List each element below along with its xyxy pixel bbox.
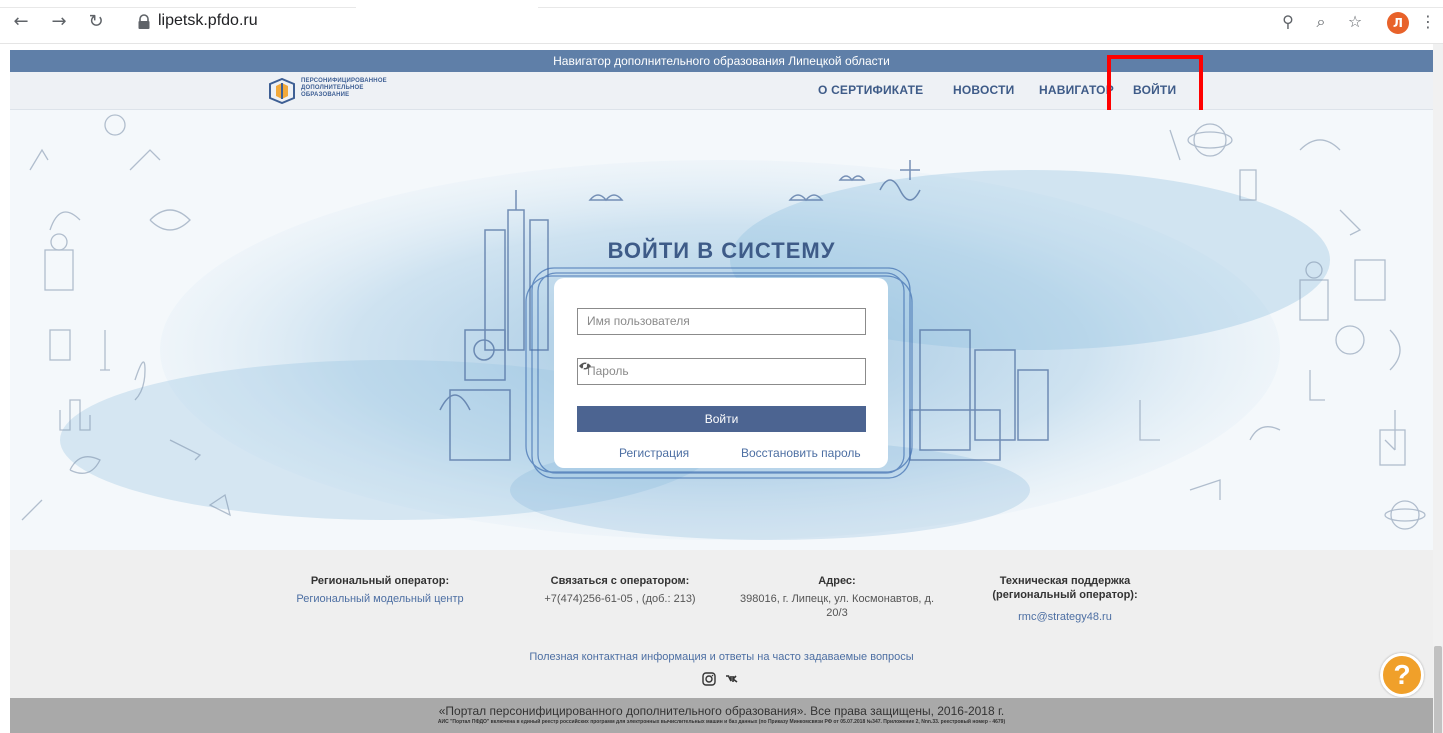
footer-address-line: 20/3 [826, 607, 848, 619]
instagram-icon[interactable] [702, 672, 716, 686]
vk-icon[interactable] [725, 672, 739, 686]
footer-column-support: Техническая поддержка (региональный опер… [965, 574, 1165, 624]
footer-support-email[interactable]: rmc@strategy48.ru [965, 610, 1165, 624]
bookmark-star-icon[interactable]: ☆ [1345, 12, 1365, 32]
tab-strip-divider [0, 0, 356, 8]
footer-column-address: Адрес: 398016, г. Липецк, ул. Космонавто… [727, 574, 947, 620]
footer-operator-link[interactable]: Региональный модельный центр [272, 592, 488, 606]
tab-strip-divider [538, 0, 1443, 8]
page-scrollbar[interactable] [1433, 44, 1443, 733]
profile-avatar[interactable]: Л [1387, 12, 1409, 34]
footer-phone: +7(474)256-61-05 , (доб.: 213) [544, 593, 696, 605]
footer-heading: Связаться с оператором: [550, 575, 690, 587]
footer-address: 398016, г. Липецк, ул. Космонавтов, д. 2… [727, 592, 947, 620]
browser-toolbar: ← → ↻ lipetsk.pfdo.ru ⚲ ⌕ ☆ Л ⋮ [0, 0, 1443, 44]
region-banner: Навигатор дополнительного образования Ли… [10, 50, 1433, 72]
password-placeholder: Пароль [587, 364, 629, 378]
logo-text[interactable]: ПЕРСОНИФИЦИРОВАННОЕ ДОПОЛНИТЕЛЬНОЕ ОБРАЗ… [301, 78, 387, 99]
registry-note: АИС "Портал ПФДО" включена в единый реес… [437, 719, 1006, 725]
site-footer: Региональный оператор: Региональный моде… [10, 550, 1433, 698]
logo-line: ПЕРСОНИФИЦИРОВАННОЕ [301, 78, 387, 84]
footer-faq-link[interactable]: Полезная контактная информация и ответы … [10, 651, 1433, 663]
footer-heading-line: Техническая поддержка [999, 575, 1131, 587]
nav-item-news[interactable]: НОВОСТИ [953, 83, 1014, 97]
footer-heading: Адрес: [818, 575, 856, 587]
site-header: ПЕРСОНИФИЦИРОВАННОЕ ДОПОЛНИТЕЛЬНОЕ ОБРАЗ… [10, 72, 1433, 110]
forward-arrow-icon[interactable]: → [50, 13, 68, 31]
username-input[interactable]: Имя пользователя [577, 308, 866, 335]
show-password-eye-icon[interactable] [578, 359, 592, 373]
login-card: Имя пользователя Пароль Войти Регистраци… [554, 278, 888, 468]
footer-heading: Региональный оператор: [310, 575, 450, 587]
footer-heading: Техническая поддержка (региональный опер… [965, 574, 1165, 602]
copyright-text: «Портал персонифицированного дополнитель… [438, 704, 1005, 718]
reload-icon[interactable]: ↻ [87, 13, 105, 31]
hero-section: ВОЙТИ В СИСТЕМУ Имя пользователя Пароль … [10, 110, 1433, 550]
logo-line: ДОПОЛНИТЕЛЬНОЕ [301, 85, 364, 91]
login-submit-button[interactable]: Войти [577, 406, 866, 432]
register-link[interactable]: Регистрация [619, 446, 689, 460]
logo-line: ОБРАЗОВАНИЕ [301, 92, 350, 98]
password-input[interactable]: Пароль [577, 358, 866, 385]
footer-column-contact: Связаться с оператором: +7(474)256-61-05… [520, 574, 720, 606]
lock-icon[interactable] [137, 14, 151, 30]
key-icon[interactable]: ⚲ [1278, 12, 1298, 32]
scrollbar-thumb[interactable] [1434, 646, 1442, 733]
footer-column-operator: Региональный оператор: Региональный моде… [272, 574, 488, 606]
restore-password-link[interactable]: Восстановить пароль [741, 446, 861, 460]
back-arrow-icon[interactable]: ← [12, 13, 30, 31]
zoom-icon[interactable]: ⌕ [1311, 12, 1331, 32]
address-bar-url[interactable]: lipetsk.pfdo.ru [158, 12, 258, 30]
footer-address-line: 398016, г. Липецк, ул. Космонавтов, д. [739, 593, 934, 605]
nav-item-certificate[interactable]: О СЕРТИФИКАТЕ [818, 83, 923, 97]
pfdo-logo-icon[interactable] [268, 78, 296, 104]
menu-dots-icon[interactable]: ⋮ [1420, 12, 1436, 32]
nav-item-navigator[interactable]: НАВИГАТОР [1039, 83, 1114, 97]
copyright-bar: «Портал персонифицированного дополнитель… [10, 698, 1433, 733]
login-title: ВОЙТИ В СИСТЕМУ [607, 238, 836, 263]
footer-heading-line: (региональный оператор): [992, 589, 1138, 601]
help-button[interactable]: ? [1380, 653, 1424, 697]
